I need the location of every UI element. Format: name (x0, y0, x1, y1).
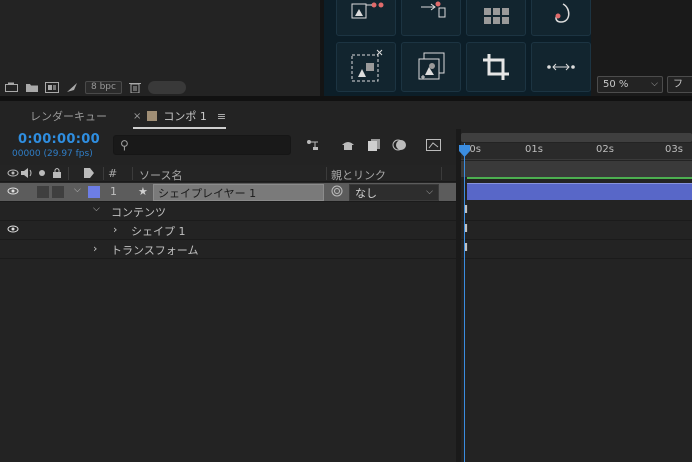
graph-editor-icon[interactable] (426, 138, 442, 152)
bpc-button[interactable]: 8 bpc (85, 80, 122, 94)
tab-composition[interactable]: × コンポ 1 ≡ (133, 108, 227, 129)
solo-icon[interactable] (37, 167, 47, 182)
panel-tabs: レンダーキュー × コンポ 1 ≡ (0, 101, 692, 129)
grid-icon[interactable] (466, 0, 526, 36)
composition-viewer: 50 % ⌵ フ (591, 0, 692, 96)
interpret-footage-icon[interactable] (5, 82, 19, 93)
playhead-icon[interactable] (459, 145, 470, 157)
ruler-tick: 02s (596, 144, 614, 155)
frame-blending-icon[interactable] (366, 138, 382, 152)
pick-whip-icon[interactable] (331, 185, 343, 200)
layer-row[interactable]: ⌵ 1 ★ シェイプレイヤー 1 なし ⌵ (0, 183, 456, 202)
layer-number-header: # (108, 167, 118, 180)
layer-name: シェイプレイヤー 1 (158, 187, 257, 200)
selection-shape-icon[interactable] (336, 42, 396, 92)
property-row-transform[interactable]: › トランスフォーム (0, 240, 456, 259)
timeline-divider[interactable] (456, 129, 461, 462)
star-icon: ★ (138, 185, 148, 198)
shy-layers-icon[interactable] (340, 138, 356, 152)
project-toolbar: 8 bpc (0, 78, 320, 96)
chevron-down-icon[interactable]: ⌵ (74, 185, 81, 195)
search-icon: ⚲ (120, 138, 129, 152)
transform-label: トランスフォーム (111, 244, 199, 257)
layers-stack-icon[interactable] (401, 42, 461, 92)
property-row-contents[interactable]: ⌵ コンテンツ (0, 202, 456, 221)
flowchart-icon[interactable] (65, 82, 79, 93)
tab-composition-label: コンポ 1 (163, 110, 207, 123)
work-area-range[interactable] (467, 177, 692, 179)
layer-column-header: # ソース名 親とリンク (0, 165, 456, 182)
eye-icon[interactable] (7, 223, 19, 238)
resolution-value: フ (673, 79, 683, 90)
zoom-value: 50 % (603, 79, 629, 90)
close-icon[interactable]: × (133, 111, 141, 122)
work-area-bar[interactable] (461, 161, 692, 177)
layer-search-input[interactable]: ⚲ (113, 135, 291, 155)
column-divider (68, 167, 69, 180)
layer-name-field[interactable]: シェイプレイヤー 1 (153, 184, 324, 201)
chevron-right-icon[interactable]: › (113, 223, 117, 236)
zoom-dropdown[interactable]: 50 % ⌵ (597, 76, 663, 93)
new-folder-icon[interactable] (25, 82, 39, 93)
column-divider (441, 167, 442, 180)
chevron-down-icon[interactable]: ⌵ (93, 204, 100, 214)
timeline-row (461, 202, 692, 221)
chevron-down-icon: ⌵ (651, 79, 658, 89)
tab-render-queue[interactable]: レンダーキュー (30, 108, 107, 124)
thumbnail-toggle[interactable] (147, 80, 186, 94)
trash-icon[interactable] (128, 82, 142, 93)
timeline-row (461, 221, 692, 240)
chevron-right-icon[interactable]: › (93, 242, 97, 255)
source-name-header[interactable]: ソース名 (139, 167, 182, 183)
motion-blur-icon[interactable] (392, 138, 408, 152)
align-move-icon[interactable] (336, 0, 396, 36)
ruler-tick: 01s (525, 144, 543, 155)
layer-label-color[interactable] (88, 186, 100, 198)
after-effects-window: 8 bpc 50 % ⌵ フ レンダーキュー × コンポ 1 ≡ 0:00:00… (0, 0, 692, 462)
time-ruler[interactable]: 00s 01s 02s 03s (461, 143, 692, 160)
eye-icon[interactable] (7, 185, 19, 200)
parent-dropdown[interactable]: なし ⌵ (349, 184, 439, 201)
audio-switch-icon[interactable] (20, 167, 32, 182)
chevron-down-icon: ⌵ (426, 187, 433, 197)
comp-color-swatch (147, 111, 158, 121)
column-divider (326, 167, 327, 180)
new-composition-icon[interactable] (45, 81, 59, 93)
project-panel: 8 bpc (0, 0, 320, 96)
current-timecode[interactable]: 0:00:00:00 (18, 132, 100, 147)
tools-panel (324, 0, 591, 96)
time-navigator[interactable] (461, 133, 692, 142)
crop-icon[interactable] (466, 42, 526, 92)
current-time-indicator[interactable] (464, 143, 465, 462)
label-tag-icon[interactable] (83, 167, 95, 182)
column-divider (103, 167, 104, 180)
shape-label: シェイプ 1 (131, 225, 186, 238)
parent-link-header: 親とリンク (331, 169, 386, 182)
layer-duration-bar[interactable] (467, 183, 692, 200)
composition-flowchart-icon[interactable] (306, 138, 322, 152)
resolution-dropdown[interactable]: フ (667, 76, 692, 93)
lock-icon[interactable] (52, 167, 62, 182)
layer-number: 1 (110, 185, 117, 198)
panel-menu-icon[interactable]: ≡ (217, 110, 226, 123)
property-row-shape[interactable]: › シェイプ 1 (0, 221, 456, 240)
ruler-tick: 03s (665, 144, 683, 155)
parent-value: なし (355, 187, 377, 200)
frame-rate-readout: 00000 (29.97 fps) (12, 149, 93, 159)
distribute-horizontal-icon[interactable] (531, 42, 591, 92)
contents-label: コンテンツ (111, 206, 166, 219)
timeline-row (461, 240, 692, 259)
video-switch-icon[interactable] (7, 167, 19, 182)
solo-toggle[interactable] (37, 186, 49, 198)
path-anchor-icon[interactable] (401, 0, 461, 36)
hook-icon[interactable] (531, 0, 591, 36)
lock-toggle[interactable] (52, 186, 64, 198)
column-divider (132, 167, 133, 180)
